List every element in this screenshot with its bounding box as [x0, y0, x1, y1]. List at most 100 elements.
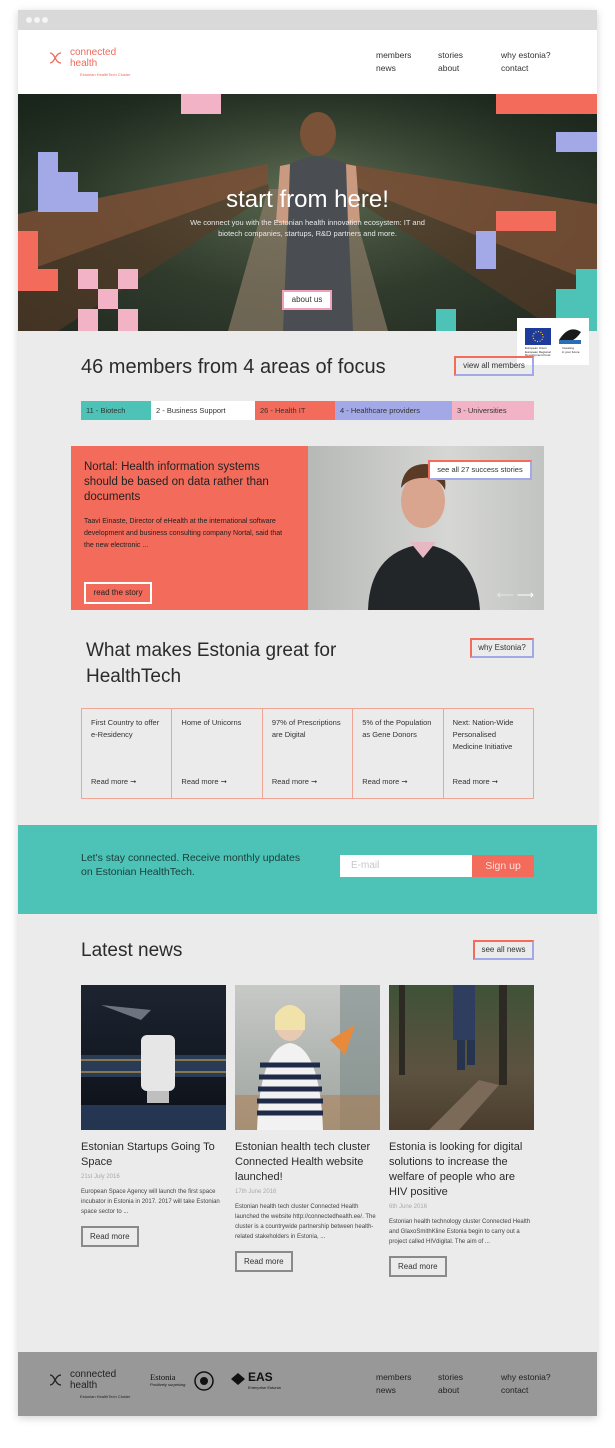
newsletter-section: Let's stay connected. Receive monthly up…	[18, 825, 597, 914]
why-estonia-button[interactable]: why Estonia?	[470, 638, 534, 658]
footer-brand-tagline: Estonian HealthTech Cluster	[80, 1394, 131, 1399]
footer-nav-contact[interactable]: contact	[501, 1385, 528, 1395]
footer-nav-why-estonia[interactable]: why estonia?	[501, 1372, 551, 1382]
estonia-logo: Estonia Positively surprising	[150, 1371, 214, 1391]
news-item-title[interactable]: Estonia is looking for digital solutions…	[389, 1140, 534, 1200]
news-image[interactable]	[389, 985, 534, 1130]
fact-read-more[interactable]: Read more ➞	[362, 777, 407, 786]
estonia-logo-tag: Positively surprising	[150, 1382, 186, 1387]
window-dot-icon	[34, 17, 40, 23]
footer-nav-stories[interactable]: stories	[438, 1372, 463, 1382]
footer-nav-about[interactable]: about	[438, 1385, 459, 1395]
news-item-date: 21st July 2016	[81, 1174, 120, 1180]
site-footer: connected health Estonian HealthTech Clu…	[18, 1352, 597, 1416]
chip-health-it[interactable]: 26 - Health IT	[255, 401, 335, 420]
read-more-button[interactable]: Read more	[389, 1256, 447, 1277]
eas-logo-tag: Enterprise Estonia	[248, 1385, 281, 1390]
members-title: 46 members from 4 areas of focus	[81, 356, 386, 378]
site-header: connected health Estonian HealthTech Clu…	[18, 30, 597, 94]
news-item-date: 6th June 2016	[389, 1204, 428, 1210]
fact-text: 5% of the Population as Gene Donors	[362, 718, 432, 739]
nav-about[interactable]: about	[438, 63, 459, 73]
news-item-date: 17th June 2016	[235, 1189, 277, 1195]
brand-tagline: Estonian HealthTech Cluster	[80, 72, 131, 77]
window-dot-icon	[42, 17, 48, 23]
facts-grid: First Country to offer e-Residency Read …	[81, 708, 534, 799]
estonia-logo-text: Estonia	[150, 1372, 176, 1382]
fact-text: Home of Unicorns	[181, 718, 242, 727]
news-image[interactable]	[81, 985, 226, 1130]
chip-business-support[interactable]: 2 - Business Support	[151, 401, 255, 420]
nav-news[interactable]: news	[376, 63, 396, 73]
footer-brand-line1: connected	[70, 1369, 117, 1380]
focus-areas-bar: 11 - Biotech 2 - Business Support 26 - H…	[81, 401, 534, 420]
email-input[interactable]: E-mail	[340, 855, 472, 877]
news-item-excerpt: Estonian health technology cluster Conne…	[389, 1219, 531, 1245]
fact-read-more[interactable]: Read more ➞	[453, 777, 498, 786]
fact-text: First Country to offer e-Residency	[91, 718, 160, 739]
infinity-logo-icon	[49, 52, 62, 64]
footer-nav-members[interactable]: members	[376, 1372, 411, 1382]
news-image[interactable]	[235, 985, 380, 1130]
hero-title: start from here!	[226, 186, 389, 213]
footer-brand-line2: health	[70, 1380, 98, 1391]
success-story-card: Nortal: Health information systems shoul…	[71, 446, 544, 610]
prev-arrow-icon[interactable]: ⟵	[497, 588, 514, 602]
newsletter-text: Let's stay connected. Receive monthly up…	[81, 852, 301, 878]
chip-universities[interactable]: 3 - Universities	[452, 401, 534, 420]
eas-logo-text: EAS	[248, 1370, 273, 1384]
news-item-title[interactable]: Estonian health tech cluster Connected H…	[235, 1140, 380, 1185]
great-title: What makes Estonia great for HealthTech	[86, 640, 337, 687]
eu-badge-line5: in your future	[562, 349, 580, 354]
fact-read-more[interactable]: Read more ➞	[181, 777, 226, 786]
news-item-title[interactable]: Estonian Startups Going To Space	[81, 1140, 226, 1170]
fact-card[interactable]: 97% of Prescriptions are Digital Read mo…	[263, 709, 354, 798]
signup-button[interactable]: Sign up	[472, 855, 534, 877]
story-title: Nortal: Health information systems shoul…	[84, 461, 269, 503]
read-more-button[interactable]: Read more	[235, 1251, 293, 1272]
fact-read-more[interactable]: Read more ➞	[91, 777, 136, 786]
news-item-excerpt: European Space Agency will launch the fi…	[81, 1189, 220, 1215]
fact-text: 97% of Prescriptions are Digital	[271, 718, 341, 739]
brand-line2: health	[70, 58, 98, 69]
fact-text: Next: Nation-Wide Personalised Medicine …	[452, 718, 514, 751]
fact-card[interactable]: 5% of the Population as Gene Donors Read…	[353, 709, 444, 798]
fact-card[interactable]: First Country to offer e-Residency Read …	[82, 709, 173, 798]
footer-nav-news[interactable]: news	[376, 1385, 396, 1395]
space-station-photo	[81, 1005, 226, 1130]
nav-stories[interactable]: stories	[438, 50, 463, 60]
nav-members[interactable]: members	[376, 50, 411, 60]
see-all-news-button[interactable]: see all news	[473, 940, 534, 960]
browser-chrome	[18, 10, 597, 30]
nav-contact[interactable]: contact	[501, 63, 528, 73]
eas-emblem-icon	[231, 1373, 245, 1385]
fact-card[interactable]: Home of Unicorns Read more ➞	[172, 709, 263, 798]
brand-line1: connected	[70, 47, 117, 58]
news-title: Latest news	[81, 940, 183, 961]
woman-portrait-photo	[235, 985, 380, 1130]
forest-walk-photo	[399, 985, 507, 1130]
fact-read-more[interactable]: Read more ➞	[272, 777, 317, 786]
nav-why-estonia[interactable]: why estonia?	[501, 50, 551, 60]
news-card: Estonian Startups Going To Space 21st Ju…	[81, 985, 226, 1247]
story-excerpt: Taavi Einaste, Director of eHealth at th…	[84, 518, 283, 549]
hero-banner: start from here! We connect you with the…	[18, 94, 597, 331]
story-panel: Nortal: Health information systems shoul…	[71, 446, 308, 610]
chip-biotech[interactable]: 11 - Biotech	[81, 401, 151, 420]
view-all-members-button[interactable]: view all members	[454, 356, 534, 376]
infinity-logo-icon	[49, 1374, 62, 1386]
news-item-excerpt: Estonian health tech cluster Connected H…	[235, 1204, 376, 1240]
fact-card[interactable]: Next: Nation-Wide Personalised Medicine …	[444, 709, 533, 798]
news-card: Estonia is looking for digital solutions…	[389, 985, 534, 1277]
next-arrow-icon[interactable]: ⟶	[517, 588, 534, 602]
hero-subtitle: We connect you with the Estonian health …	[190, 218, 425, 238]
see-all-stories-button[interactable]: see all 27 success stories	[428, 460, 532, 480]
about-us-button[interactable]: about us	[282, 290, 332, 310]
news-card: Estonian health tech cluster Connected H…	[235, 985, 380, 1272]
window-dot-icon	[26, 17, 32, 23]
read-story-button[interactable]: read the story	[84, 582, 152, 604]
estonia-emblem-icon	[194, 1371, 214, 1391]
read-more-button[interactable]: Read more	[81, 1226, 139, 1247]
browser-window: connected health Estonian HealthTech Clu…	[18, 10, 597, 1416]
chip-healthcare-providers[interactable]: 4 - Healthcare providers	[335, 401, 452, 420]
